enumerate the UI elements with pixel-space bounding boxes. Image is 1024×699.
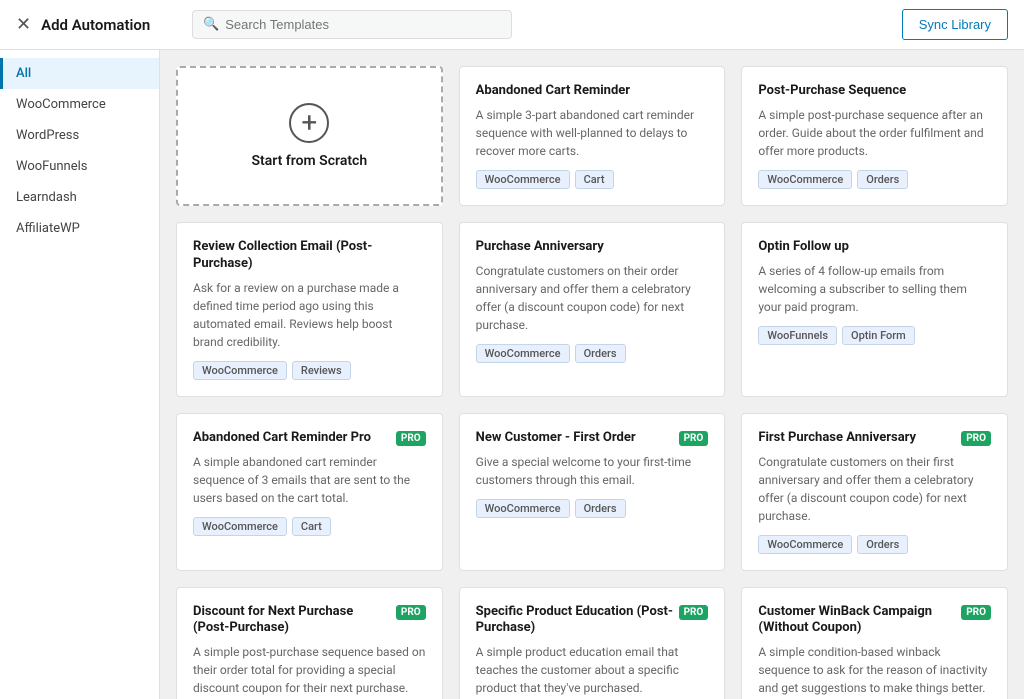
- card-tags: WooCommerce Cart: [193, 517, 426, 536]
- tag-orders: Orders: [857, 170, 908, 189]
- card-title: Review Collection Email (Post-Purchase): [193, 239, 426, 273]
- pro-badge: PRO: [679, 431, 709, 446]
- card-description: Ask for a review on a purchase made a de…: [193, 279, 426, 351]
- app-container: ✕ Add Automation 🔍 Sync Library AllWooCo…: [0, 0, 1024, 699]
- content-area: + Start from Scratch Abandoned Cart Remi…: [160, 50, 1024, 699]
- tag-woocommerce: WooCommerce: [758, 535, 852, 554]
- tag-cart: Cart: [575, 170, 614, 189]
- card-header: New Customer - First Order PRO: [476, 430, 709, 447]
- tag-woocommerce: WooCommerce: [476, 170, 570, 189]
- card-tags: WooCommerce Cart: [476, 170, 709, 189]
- close-icon[interactable]: ✕: [16, 16, 31, 34]
- card-title: Specific Product Education (Post-Purchas…: [476, 604, 679, 638]
- card-tags: WooCommerce Reviews: [193, 361, 426, 380]
- sidebar-item-all[interactable]: All: [0, 58, 159, 89]
- template-card-specific-product-education[interactable]: Specific Product Education (Post-Purchas…: [459, 587, 726, 699]
- card-description: A simple post-purchase sequence after an…: [758, 106, 991, 160]
- pro-badge: PRO: [396, 605, 426, 620]
- tag-cart: Cart: [292, 517, 331, 536]
- card-header: Optin Follow up: [758, 239, 991, 256]
- card-header: First Purchase Anniversary PRO: [758, 430, 991, 447]
- card-header: Purchase Anniversary: [476, 239, 709, 256]
- pro-badge: PRO: [961, 431, 991, 446]
- template-card-new-customer-first-order[interactable]: New Customer - First Order PRO Give a spec…: [459, 413, 726, 571]
- card-header: Review Collection Email (Post-Purchase): [193, 239, 426, 273]
- card-header: Abandoned Cart Reminder: [476, 83, 709, 100]
- sidebar-item-woofunnels[interactable]: WooFunnels: [0, 151, 159, 182]
- card-title: Customer WinBack Campaign (Without Coupo…: [758, 604, 961, 638]
- template-card-post-purchase-sequence[interactable]: Post-Purchase Sequence A simple post-purc…: [741, 66, 1008, 206]
- sidebar-item-affiliatewp[interactable]: AffiliateWP: [0, 213, 159, 244]
- plus-icon: +: [289, 103, 329, 143]
- card-title: Post-Purchase Sequence: [758, 83, 910, 100]
- tag-woocommerce: WooCommerce: [476, 499, 570, 518]
- card-description: A simple condition-based winback sequenc…: [758, 643, 991, 697]
- header-left: ✕ Add Automation: [16, 16, 176, 34]
- card-title: Purchase Anniversary: [476, 239, 608, 256]
- template-card-abandoned-cart-reminder[interactable]: Abandoned Cart Reminder A simple 3-part a…: [459, 66, 726, 206]
- page-title: Add Automation: [41, 16, 150, 34]
- tag-orders: Orders: [575, 499, 626, 518]
- card-tags: WooCommerce Orders: [758, 170, 991, 189]
- template-card-review-collection-email[interactable]: Review Collection Email (Post-Purchase) A…: [176, 222, 443, 397]
- card-tags: WooCommerce Orders: [758, 535, 991, 554]
- tag-woocommerce: WooCommerce: [193, 361, 287, 380]
- card-title: First Purchase Anniversary: [758, 430, 920, 447]
- template-card-abandoned-cart-pro[interactable]: Abandoned Cart Reminder Pro PRO A simple a…: [176, 413, 443, 571]
- card-header: Customer WinBack Campaign (Without Coupo…: [758, 604, 991, 638]
- scratch-label: Start from Scratch: [251, 153, 367, 169]
- card-title: Abandoned Cart Reminder Pro: [193, 430, 375, 447]
- pro-badge: PRO: [679, 605, 709, 620]
- pro-badge: PRO: [396, 431, 426, 446]
- tag-woocommerce: WooCommerce: [758, 170, 852, 189]
- tag-optin-form: Optin Form: [842, 326, 915, 345]
- tag-woofunnels: WooFunnels: [758, 326, 837, 345]
- template-card-purchase-anniversary[interactable]: Purchase Anniversary Congratulate custome…: [459, 222, 726, 397]
- card-description: Congratulate customers on their order an…: [476, 262, 709, 334]
- card-title: New Customer - First Order: [476, 430, 640, 447]
- card-header: Discount for Next Purchase (Post-Purchas…: [193, 604, 426, 638]
- card-tags: WooCommerce Orders: [476, 499, 709, 518]
- card-description: A simple post-purchase sequence based on…: [193, 643, 426, 697]
- search-box: 🔍: [192, 10, 886, 39]
- tag-woocommerce: WooCommerce: [476, 344, 570, 363]
- sync-library-button[interactable]: Sync Library: [902, 9, 1008, 40]
- card-header: Abandoned Cart Reminder Pro PRO: [193, 430, 426, 447]
- card-description: A series of 4 follow-up emails from welc…: [758, 262, 991, 316]
- template-card-customer-winback-no-coupon[interactable]: Customer WinBack Campaign (Without Coupo…: [741, 587, 1008, 699]
- card-description: A simple abandoned cart reminder sequenc…: [193, 453, 426, 507]
- main-content: AllWooCommerceWordPressWooFunnelsLearnda…: [0, 50, 1024, 699]
- tag-orders: Orders: [857, 535, 908, 554]
- template-card-first-purchase-anniversary[interactable]: First Purchase Anniversary PRO Congratulat…: [741, 413, 1008, 571]
- search-icon: 🔍: [203, 17, 219, 32]
- card-header: Specific Product Education (Post-Purchas…: [476, 604, 709, 638]
- template-card-discount-next-purchase[interactable]: Discount for Next Purchase (Post-Purchas…: [176, 587, 443, 699]
- card-description: Give a special welcome to your first-tim…: [476, 453, 709, 489]
- card-title: Abandoned Cart Reminder: [476, 83, 634, 100]
- sidebar: AllWooCommerceWordPressWooFunnelsLearnda…: [0, 50, 160, 699]
- card-description: Congratulate customers on their first an…: [758, 453, 991, 525]
- tag-reviews: Reviews: [292, 361, 351, 380]
- tag-orders: Orders: [575, 344, 626, 363]
- tag-woocommerce: WooCommerce: [193, 517, 287, 536]
- card-header: Post-Purchase Sequence: [758, 83, 991, 100]
- card-title: Optin Follow up: [758, 239, 853, 256]
- card-tags: WooCommerce Orders: [476, 344, 709, 363]
- card-tags: WooFunnels Optin Form: [758, 326, 991, 345]
- start-from-scratch-card[interactable]: + Start from Scratch: [176, 66, 443, 206]
- search-input-wrapper: 🔍: [192, 10, 512, 39]
- card-description: A simple product education email that te…: [476, 643, 709, 697]
- template-card-optin-follow-up[interactable]: Optin Follow up A series of 4 follow-up e…: [741, 222, 1008, 397]
- card-title: Discount for Next Purchase (Post-Purchas…: [193, 604, 396, 638]
- templates-grid: + Start from Scratch Abandoned Cart Remi…: [176, 66, 1008, 699]
- sidebar-item-woocommerce[interactable]: WooCommerce: [0, 89, 159, 120]
- header: ✕ Add Automation 🔍 Sync Library: [0, 0, 1024, 50]
- search-input[interactable]: [225, 17, 425, 32]
- pro-badge: PRO: [961, 605, 991, 620]
- sidebar-item-wordpress[interactable]: WordPress: [0, 120, 159, 151]
- card-description: A simple 3-part abandoned cart reminder …: [476, 106, 709, 160]
- sidebar-item-learndash[interactable]: Learndash: [0, 182, 159, 213]
